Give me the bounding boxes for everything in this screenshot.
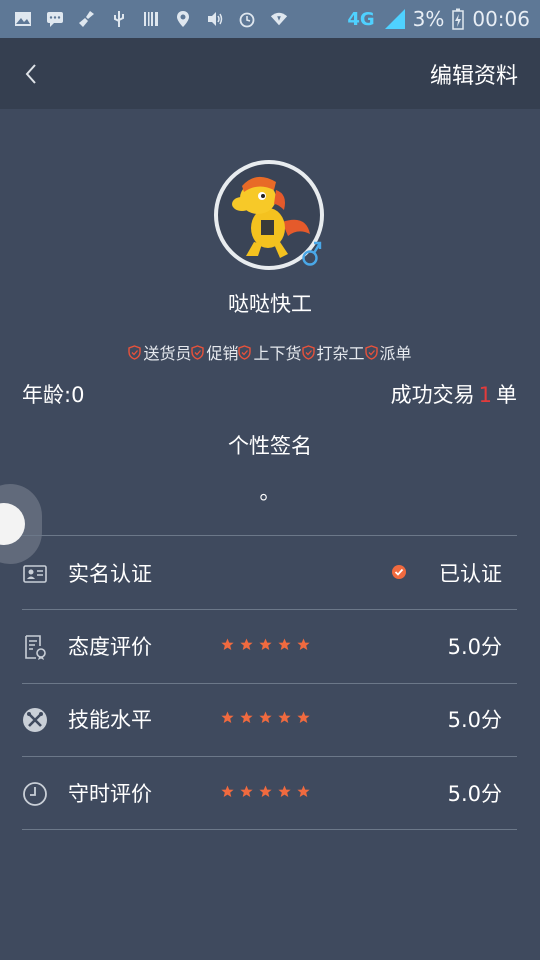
punctuality-score: 5.0分	[447, 782, 502, 806]
star-icon	[297, 785, 310, 797]
battery-percent: 3%	[412, 7, 445, 31]
skill-tag: 送货员	[128, 340, 191, 364]
punctuality-stars	[221, 785, 310, 798]
star-icon	[297, 638, 310, 650]
document-review-icon	[25, 635, 46, 660]
skill-tag-label: 促销	[206, 344, 239, 363]
verification-label: 实名认证	[68, 562, 152, 586]
skill-tag-label: 上下货	[253, 344, 302, 363]
verification-status: 已认证	[439, 562, 502, 586]
shield-check-icon	[128, 344, 142, 360]
punctuality-label: 守时评价	[68, 782, 152, 806]
signal-icon	[384, 9, 405, 29]
edit-profile-button[interactable]: 编辑资料	[430, 58, 518, 90]
age-label: 年龄:0	[22, 383, 85, 407]
skill-tag: 派单	[364, 340, 412, 364]
skill-label: 技能水平	[68, 708, 152, 732]
volume-icon	[208, 12, 223, 26]
star-icon	[278, 785, 291, 797]
skill-tag-label: 打杂工	[316, 344, 365, 363]
star-icon	[240, 638, 253, 650]
star-icon	[259, 711, 272, 723]
signature-title: 个性签名	[228, 434, 312, 458]
barcode-icon	[144, 12, 158, 26]
skill-score: 5.0分	[447, 708, 502, 732]
network-type: 4G	[347, 8, 375, 30]
divider	[22, 829, 517, 830]
skill-tag-label: 送货员	[143, 344, 192, 363]
tools-icon	[23, 708, 47, 732]
usb-icon	[114, 11, 124, 27]
deals-count: 1	[478, 383, 492, 407]
star-icon	[221, 638, 234, 650]
skill-stars	[221, 711, 310, 724]
star-icon	[240, 785, 253, 797]
attitude-stars	[221, 638, 310, 651]
message-icon	[47, 12, 63, 27]
top-bar: 编辑资料	[0, 38, 540, 109]
skill-tag: 打杂工	[301, 340, 365, 364]
clock-icon	[23, 782, 47, 806]
signature-text: 。	[259, 480, 281, 504]
star-icon	[221, 711, 234, 723]
male-gender-icon	[302, 241, 322, 266]
verification-row[interactable]: 实名认证 已认证	[0, 538, 540, 610]
clock-time: 00:06	[472, 7, 530, 31]
broom-icon	[79, 11, 94, 27]
star-icon	[240, 711, 253, 723]
wifi-icon	[270, 12, 288, 26]
shield-check-icon	[364, 344, 378, 360]
star-icon	[221, 785, 234, 797]
successful-deals: 成功交易 1 单	[391, 379, 517, 409]
back-button[interactable]	[16, 56, 46, 92]
skill-tag: 促销	[191, 340, 238, 364]
punctuality-rating-row[interactable]: 守时评价 5.0分	[0, 758, 540, 830]
location-icon	[177, 11, 189, 27]
star-icon	[297, 711, 310, 723]
deals-suffix: 单	[496, 383, 517, 407]
alarm-icon	[239, 12, 255, 28]
chevron-left-icon	[25, 64, 36, 84]
star-icon	[278, 711, 291, 723]
attitude-rating-row[interactable]: 态度评价 5.0分	[0, 611, 540, 683]
shield-check-icon	[191, 344, 205, 360]
id-card-icon	[23, 565, 47, 583]
shield-check-icon	[238, 344, 252, 360]
skill-tag: 上下货	[238, 340, 302, 364]
profile-name: 哒哒快工	[228, 292, 312, 316]
divider	[22, 609, 517, 610]
deals-prefix: 成功交易	[390, 383, 475, 407]
star-icon	[259, 638, 272, 650]
gallery-icon	[15, 12, 31, 26]
attitude-label: 态度评价	[68, 635, 152, 659]
star-icon	[259, 785, 272, 797]
skill-tags: 送货员 促销 上下货 打杂工 派单	[0, 340, 540, 364]
divider	[22, 756, 517, 757]
attitude-score: 5.0分	[447, 635, 502, 659]
star-icon	[278, 638, 291, 650]
shield-check-icon	[301, 344, 315, 360]
status-bar: 4G 3% 00:06	[0, 0, 540, 38]
verified-check-icon	[392, 565, 406, 579]
skill-tag-label: 派单	[379, 344, 412, 363]
battery-charging-icon	[452, 8, 465, 30]
skill-rating-row[interactable]: 技能水平 5.0分	[0, 684, 540, 756]
divider	[22, 535, 517, 536]
